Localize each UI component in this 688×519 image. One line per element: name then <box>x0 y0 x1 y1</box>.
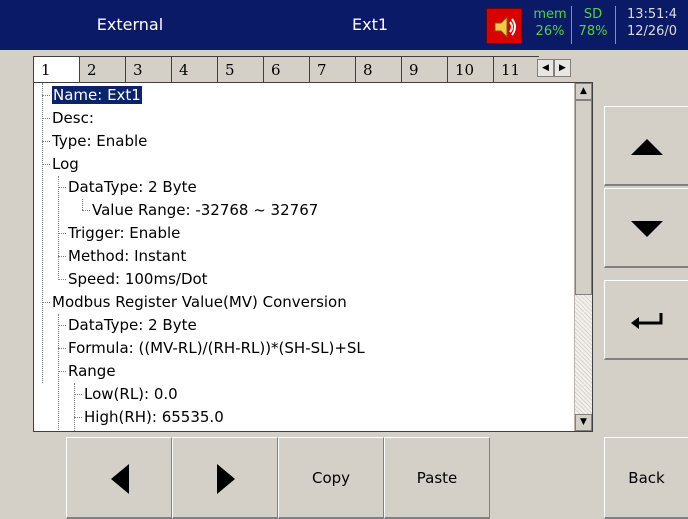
tree-item-modbus-conversion[interactable]: Modbus Register Value(MV) Conversion <box>52 291 347 314</box>
tree-item-log[interactable]: Log <box>52 153 79 176</box>
title-bar: External Ext1 mem 26% SD 78% 13:51:4 12/… <box>0 0 688 50</box>
settings-tree[interactable]: Name: Ext1 Desc: Type: Enable Log DataTy… <box>33 82 593 432</box>
arrow-left-icon <box>111 464 129 494</box>
tree-item-type[interactable]: Type: Enable <box>52 130 147 153</box>
tree-item-trigger[interactable]: Trigger: Enable <box>68 222 180 245</box>
clock: 13:51:4 12/26/0 <box>616 0 688 50</box>
previous-button[interactable] <box>66 437 172 519</box>
tree-item-desc[interactable]: Desc: <box>52 107 94 130</box>
bottom-toolbar: Copy Paste Back <box>0 437 688 519</box>
tree-item-formula[interactable]: Formula: ((MV-RL)/(RH-RL))*(SH-SL)+SL <box>68 337 365 360</box>
arrow-down-icon <box>631 221 663 237</box>
scrollbar-thumb[interactable] <box>575 100 592 295</box>
tree-item-value-range[interactable]: Value Range: -32768 ~ 32767 <box>92 199 318 222</box>
move-up-button[interactable] <box>604 106 688 186</box>
arrow-right-icon <box>217 464 235 494</box>
scroll-up-button[interactable]: ▲ <box>575 83 592 100</box>
date-text: 12/26/0 <box>626 24 678 39</box>
enter-icon <box>631 313 663 329</box>
tab-scroll-right-button[interactable]: ▶ <box>554 59 571 77</box>
paste-button[interactable]: Paste <box>384 437 490 519</box>
tab-9[interactable]: 9 <box>401 56 447 82</box>
tab-6[interactable]: 6 <box>263 56 309 82</box>
tree-item-speed[interactable]: Speed: 100ms/Dot <box>68 268 208 291</box>
tree-item-range[interactable]: Range <box>68 360 116 383</box>
tree-item-high[interactable]: High(RH): 65535.0 <box>84 406 224 429</box>
item-title: Ext1 <box>351 15 389 34</box>
screen-title: External <box>96 15 164 34</box>
move-down-button[interactable] <box>604 188 688 268</box>
scroll-down-button[interactable]: ▼ <box>575 414 592 431</box>
sd-status: SD 78% <box>572 0 614 50</box>
enter-button[interactable] <box>604 280 688 360</box>
speaker-icon[interactable] <box>486 8 522 44</box>
next-button[interactable] <box>172 437 278 519</box>
sd-value: 78% <box>578 24 608 39</box>
tree-item-name[interactable]: Name: Ext1 <box>52 84 142 107</box>
tab-4[interactable]: 4 <box>171 56 217 82</box>
tab-10[interactable]: 10 <box>447 56 493 82</box>
tree-item-log-datatype[interactable]: DataType: 2 Byte <box>68 176 197 199</box>
tab-5[interactable]: 5 <box>217 56 263 82</box>
tab-8[interactable]: 8 <box>355 56 401 82</box>
memory-status: mem 26% <box>530 0 570 50</box>
tab-7[interactable]: 7 <box>309 56 355 82</box>
arrow-up-icon <box>631 139 663 155</box>
channel-tabs: 1 2 3 4 5 6 7 8 9 10 11 ◀ ▶ <box>33 56 593 83</box>
tab-3[interactable]: 3 <box>125 56 171 82</box>
copy-button[interactable]: Copy <box>278 437 384 519</box>
back-button[interactable]: Back <box>604 437 688 519</box>
tree-item-method[interactable]: Method: Instant <box>68 245 186 268</box>
mem-value: 26% <box>535 24 565 39</box>
sd-label: SD <box>583 7 603 22</box>
tab-2[interactable]: 2 <box>79 56 125 82</box>
tab-scroll-left-button[interactable]: ◀ <box>537 59 554 77</box>
tree-scrollbar[interactable]: ▲ ▼ <box>574 83 592 431</box>
tab-11[interactable]: 11 <box>493 56 539 82</box>
tree-item-low[interactable]: Low(RL): 0.0 <box>84 383 178 406</box>
tab-1[interactable]: 1 <box>33 56 79 83</box>
tree-item-modbus-datatype[interactable]: DataType: 2 Byte <box>68 314 197 337</box>
time-text: 13:51:4 <box>626 7 678 22</box>
mem-label: mem <box>533 7 567 22</box>
